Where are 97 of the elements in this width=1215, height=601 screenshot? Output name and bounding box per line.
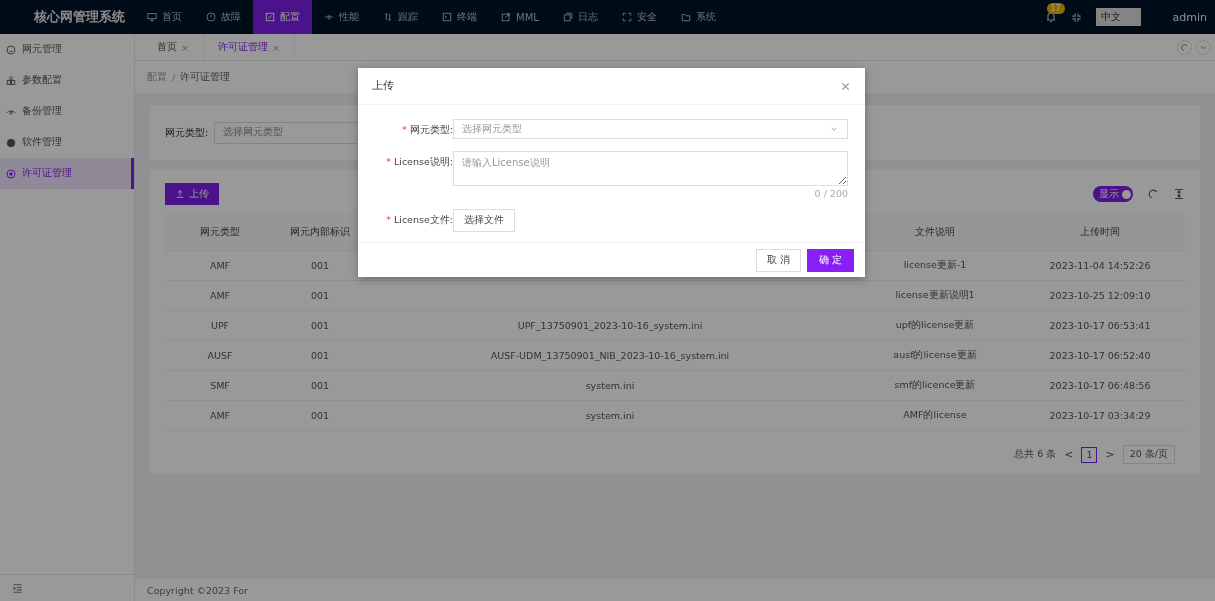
nav-item[interactable]: 性能 xyxy=(312,0,371,34)
table-cell: smf的licence更新 xyxy=(855,371,1015,401)
table-cell: UPF xyxy=(165,311,275,341)
breadcrumb-separator: / xyxy=(172,71,176,83)
smiley-icon xyxy=(6,44,16,55)
close-icon xyxy=(840,80,851,92)
table-cell: 2023-10-25 12:09:10 xyxy=(1015,281,1185,311)
external-link-icon xyxy=(501,12,511,22)
arrows-icon xyxy=(383,12,393,22)
breadcrumb-item: 许可证管理 xyxy=(180,70,231,84)
page-button[interactable]: 1 xyxy=(1081,446,1098,463)
table-cell: AMF的license xyxy=(855,401,1015,431)
terminal-icon xyxy=(442,12,452,22)
nav-item[interactable]: 跟踪 xyxy=(371,0,430,34)
sidebar-item[interactable]: 软件管理 xyxy=(0,127,134,158)
grid-icon xyxy=(6,75,16,86)
cancel-button[interactable]: 取 消 xyxy=(755,248,801,272)
table-cell: ausf的license更新 xyxy=(855,341,1015,371)
nav-item[interactable]: 安全 xyxy=(609,0,669,34)
refresh-icon xyxy=(1180,42,1189,52)
close-button[interactable] xyxy=(840,80,851,92)
language-select[interactable]: 中文 xyxy=(1095,8,1141,26)
character-counter: 0 / 200 xyxy=(813,188,848,199)
dialog-title: 上传 xyxy=(372,79,394,93)
table-cell: system.ini xyxy=(365,401,855,431)
table-cell: AUSF xyxy=(165,341,275,371)
table-cell: 2023-10-17 06:52:40 xyxy=(1015,341,1185,371)
nav-item[interactable]: 配置 xyxy=(253,0,312,34)
folder-icon xyxy=(680,12,691,22)
user-name[interactable]: admin xyxy=(1172,10,1207,24)
choose-file-button[interactable]: 选择文件 xyxy=(453,209,515,232)
edit-icon xyxy=(265,12,275,22)
table-cell: UPF_13750901_2023-10-16_system.ini xyxy=(365,311,855,341)
nav-item[interactable]: MML xyxy=(489,0,551,34)
copyright-text: Copyright ©2023 For xyxy=(135,579,1215,601)
table-cell: 2023-11-04 14:52:26 xyxy=(1015,251,1185,281)
toggle-switch[interactable]: 显示 xyxy=(1093,186,1133,202)
prev-page-button[interactable]: < xyxy=(1064,448,1074,461)
nav-item[interactable]: 日志 xyxy=(550,0,610,34)
table-cell: SMF xyxy=(165,371,275,401)
sidebar-item[interactable]: 参数配置 xyxy=(0,65,134,96)
table-cell: AUSF-UDM_13750901_NIB_2023-10-16_system.ini xyxy=(365,341,855,371)
nav-item[interactable]: 终端 xyxy=(430,0,489,34)
required-mark: * xyxy=(386,156,391,167)
eye-icon xyxy=(324,12,334,22)
page-tab[interactable]: 许可证管理 × xyxy=(203,34,295,60)
sidebar-item[interactable]: 许可证管理 xyxy=(0,158,134,189)
table-cell: 001 xyxy=(275,371,365,401)
field-label: License文件: xyxy=(393,214,453,225)
nav-item[interactable]: 系统 xyxy=(668,0,728,34)
page-size-select[interactable]: 20 条/页 xyxy=(1122,445,1175,464)
target-icon xyxy=(6,168,16,179)
table-cell: system.ini xyxy=(365,371,855,401)
upload-button[interactable]: 上传 xyxy=(165,183,219,205)
nav-item[interactable]: 故障 xyxy=(194,0,253,34)
confirm-button[interactable]: 确 定 xyxy=(806,248,854,272)
table-cell: AMF xyxy=(165,281,275,311)
field-label: License说明: xyxy=(393,156,453,167)
sidebar-item[interactable]: 备份管理 xyxy=(0,96,134,127)
dropdown-button[interactable] xyxy=(1196,39,1211,55)
table-cell: 2023-10-17 06:48:56 xyxy=(1015,371,1185,401)
disc-icon xyxy=(6,137,16,148)
table-cell: 001 xyxy=(275,341,365,371)
table-cell: AMF xyxy=(165,251,275,281)
textarea-field[interactable]: 请输入License说明 xyxy=(453,151,848,186)
next-page-button[interactable]: > xyxy=(1105,448,1115,461)
table-cell: 001 xyxy=(275,281,365,311)
tab-close-button[interactable]: × xyxy=(271,41,280,53)
bell-icon xyxy=(1044,11,1057,23)
column-height-icon xyxy=(1173,188,1185,200)
select-field[interactable]: 选择网元类型 xyxy=(453,119,848,139)
copy-icon xyxy=(562,12,573,22)
table-cell: AMF xyxy=(165,401,275,431)
refresh-button[interactable] xyxy=(1177,39,1192,55)
refresh-icon xyxy=(1147,188,1159,200)
upload-icon xyxy=(175,189,185,199)
table-cell: license更新说明1 xyxy=(855,281,1015,311)
expand-icon xyxy=(621,12,632,22)
sidebar-item[interactable]: 网元管理 xyxy=(0,34,134,65)
clock-icon xyxy=(206,12,216,22)
table-cell: 2023-10-17 03:34:29 xyxy=(1015,401,1185,431)
fullscreen-icon xyxy=(1070,11,1082,23)
table-cell: upf的license更新 xyxy=(855,311,1015,341)
page-tab[interactable]: 首页 × xyxy=(143,34,204,60)
total-count: 总共 6 条 xyxy=(1014,448,1057,461)
app-title: 核心网管理系统 xyxy=(33,8,126,26)
tab-close-button[interactable]: × xyxy=(181,41,189,53)
table-cell: 001 xyxy=(275,311,365,341)
collapse-menu-icon xyxy=(12,582,23,594)
required-mark: * xyxy=(386,214,391,225)
monitor-icon xyxy=(147,12,157,22)
required-mark: * xyxy=(402,124,407,135)
notification-badge: 17 xyxy=(1046,3,1065,14)
nav-item[interactable]: 首页 xyxy=(135,0,194,34)
filter-label: 网元类型: xyxy=(165,125,209,140)
table-cell: 001 xyxy=(275,401,365,431)
table-cell: 2023-10-17 06:53:41 xyxy=(1015,311,1185,341)
